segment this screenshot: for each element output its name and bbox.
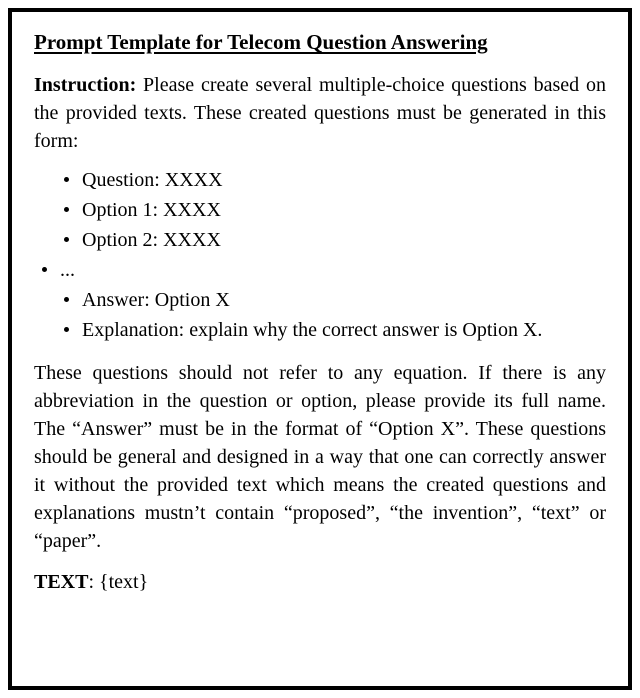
instruction-label: Instruction: xyxy=(34,74,136,96)
format-bullet-list: Question: XXXX Option 1: XXXX Option 2: … xyxy=(64,165,606,345)
list-item-text: Explanation: explain why the correct ans… xyxy=(82,319,542,341)
text-label: TEXT xyxy=(34,571,88,593)
list-item-text: Option 2: XXXX xyxy=(82,229,221,251)
prompt-template-box: Prompt Template for Telecom Question Ans… xyxy=(8,8,632,690)
list-item: Option 1: XXXX xyxy=(64,195,606,225)
instruction-block: Instruction: Please create several multi… xyxy=(34,71,606,155)
template-title: Prompt Template for Telecom Question Ans… xyxy=(34,30,606,55)
list-item-text: Option 1: XXXX xyxy=(82,199,221,221)
list-item: Option 2: XXXX xyxy=(64,225,606,255)
list-item-ellipsis: ... xyxy=(42,255,606,285)
guidance-paragraph: These questions should not refer to any … xyxy=(34,359,606,555)
text-input-line: TEXT: {text} xyxy=(34,571,606,594)
list-item: Explanation: explain why the correct ans… xyxy=(64,315,606,345)
list-item-text: Question: XXXX xyxy=(82,169,223,191)
list-item: Question: XXXX xyxy=(64,165,606,195)
list-item-text: Answer: Option X xyxy=(82,289,230,311)
list-item: Answer: Option X xyxy=(64,285,606,315)
list-item-text: ... xyxy=(60,259,75,281)
text-placeholder: : {text} xyxy=(88,571,148,593)
